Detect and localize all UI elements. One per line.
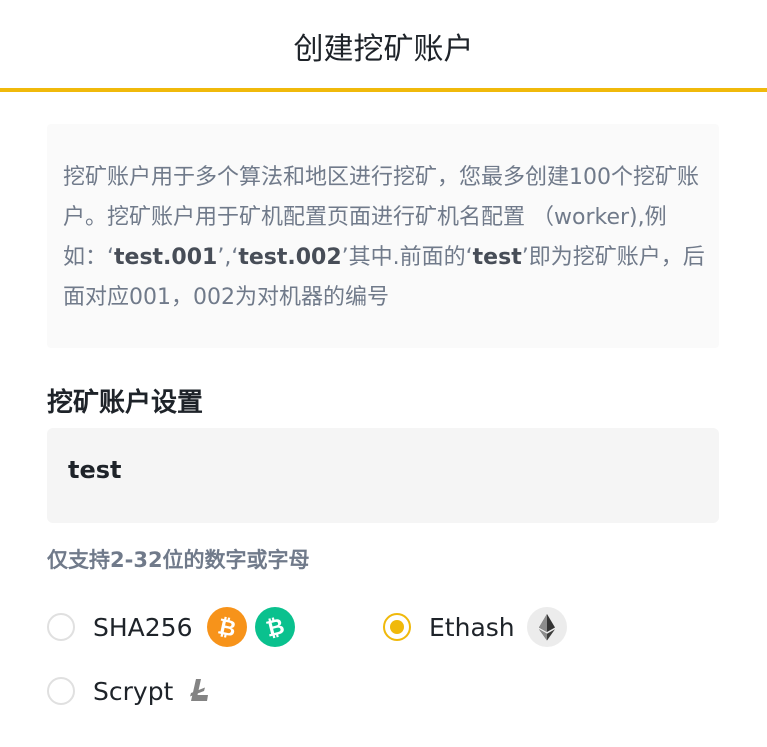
account-input-container[interactable] [47, 428, 719, 523]
header-accent-divider [0, 88, 767, 92]
info-example-bold: test.002 [238, 245, 342, 270]
account-name-input[interactable] [68, 456, 688, 484]
radio-selected-dot [390, 620, 404, 634]
info-text: 挖矿账户用于多个算法和地区进行挖矿，您最多创建100个挖矿账户。挖矿账户用于矿机… [63, 165, 705, 310]
ethereum-icon [526, 607, 567, 647]
info-segment: ’,‘ [217, 245, 239, 270]
algorithm-option-ethash[interactable]: Ethash [383, 607, 567, 647]
algorithm-option-scrypt[interactable]: Scrypt [47, 671, 219, 711]
algorithm-label-scrypt: Scrypt [93, 676, 174, 706]
radio-sha256[interactable] [47, 613, 75, 641]
algorithm-label-sha256: SHA256 [93, 612, 193, 642]
algorithm-option-sha256[interactable]: SHA256 ₿ ₿ [47, 607, 295, 647]
info-example-bold: test.001 [114, 245, 218, 270]
algorithm-label-ethash: Ethash [429, 612, 515, 642]
info-box: 挖矿账户用于多个算法和地区进行挖矿，您最多创建100个挖矿账户。挖矿账户用于矿机… [47, 124, 719, 348]
svg-text:₿: ₿ [263, 614, 286, 643]
page-title: 创建挖矿账户 [293, 32, 474, 67]
svg-text:₿: ₿ [215, 614, 238, 642]
bitcoin-cash-icon: ₿ [254, 607, 295, 647]
info-example-bold: test [472, 245, 522, 270]
account-settings-label: 挖矿账户设置 [47, 388, 204, 418]
dialog-header: 创建挖矿账户 [0, 0, 767, 88]
litecoin-icon [179, 671, 219, 711]
radio-scrypt[interactable] [47, 677, 75, 705]
radio-ethash[interactable] [383, 613, 411, 641]
account-input-hint: 仅支持2-32位的数字或字母 [47, 548, 310, 572]
info-segment: ’其中.前面的‘ [341, 245, 473, 270]
bitcoin-icon: ₿ [206, 607, 247, 647]
